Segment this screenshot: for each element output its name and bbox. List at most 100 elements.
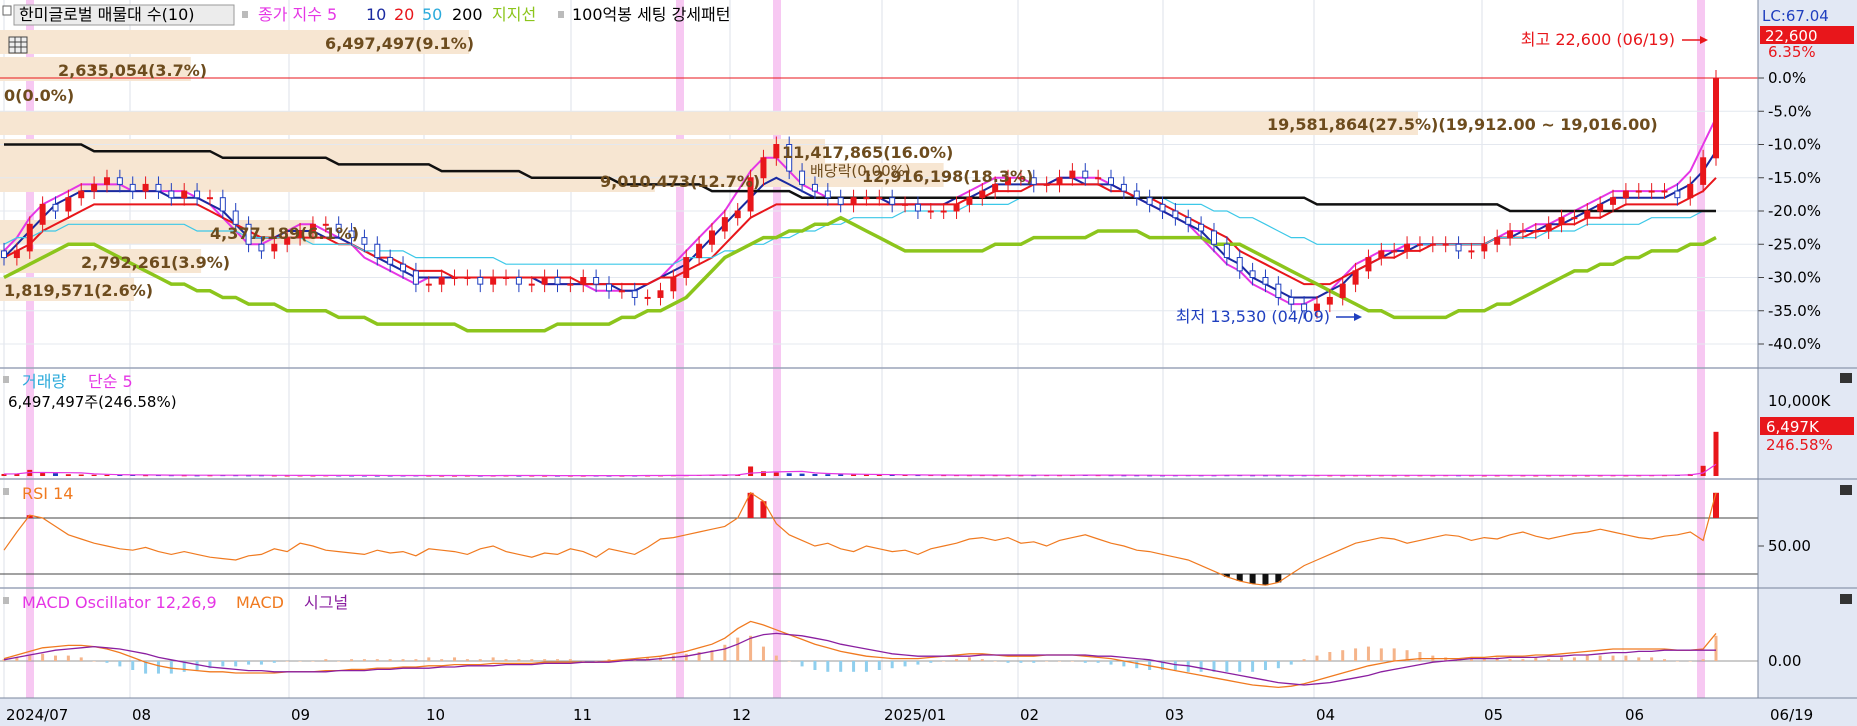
macd-histogram-bar (285, 661, 289, 662)
candle-body (400, 263, 407, 272)
macd-histogram-bar (324, 659, 328, 661)
volume-profile-label: 0(0.0%) (4, 86, 74, 105)
macd-histogram-bar (427, 657, 431, 661)
macd-histogram-bar (1675, 661, 1679, 662)
signal-title[interactable]: 시그널 (304, 593, 348, 612)
legend-ma5[interactable]: 종가 지수 5 (258, 5, 337, 24)
candle-body (1635, 190, 1642, 193)
legend-bullet-icon (558, 11, 564, 18)
candle-body (1661, 190, 1668, 193)
time-axis-label: 2025/01 (884, 706, 946, 724)
candle-body (1275, 283, 1282, 298)
volume-ma-title[interactable]: 단순 5 (88, 372, 133, 391)
macd-histogram-bar (350, 659, 354, 661)
macd-histogram-bar (942, 661, 946, 662)
candle-body (1056, 177, 1063, 185)
candle-body (194, 190, 201, 199)
macd-histogram-bar (401, 659, 405, 661)
macd-histogram-bar (1135, 661, 1139, 669)
time-axis-label: 02 (1020, 706, 1039, 724)
volume-title[interactable]: 거래량 (22, 372, 66, 391)
candle-body (1262, 277, 1269, 285)
candle-body (1172, 210, 1179, 219)
candle-body (734, 210, 741, 219)
candle-body (1532, 230, 1539, 233)
volume-bar (65, 474, 71, 476)
macd-histogram-bar (1560, 657, 1564, 661)
macd-histogram-bar (581, 661, 585, 662)
candle-body (696, 243, 703, 259)
volume-profile-label: 19,581,864(27.5%)(19,912.00 ~ 19,016.00) (1267, 115, 1658, 134)
macd-osc-title[interactable]: MACD Oscillator 12,26,9 (22, 593, 217, 612)
legend-bullet-icon (3, 597, 9, 604)
legend-toggle-icon[interactable] (2, 5, 12, 16)
grid-settings-icon[interactable] (8, 36, 28, 54)
volume-bar (1700, 465, 1706, 476)
price-tick-label: -10.0% (1768, 136, 1821, 154)
macd-histogram-bar (967, 657, 971, 661)
volume-bar (78, 474, 84, 476)
macd-histogram-bar (1058, 661, 1062, 662)
stock-chart[interactable]: 6,497,497(9.1%) 2,635,054(3.7%) 0(0.0%) 19,… (0, 0, 1857, 726)
macd-histogram-bar (1045, 661, 1049, 662)
legend-ma50[interactable]: 50 (422, 5, 442, 24)
candle-body (206, 197, 213, 200)
candle-body (1223, 243, 1230, 259)
volume-bar (812, 473, 818, 476)
macd-title[interactable]: MACD (236, 593, 284, 612)
candle-body (1507, 230, 1514, 239)
macd-histogram-bar (234, 661, 238, 667)
macd-histogram-bar (774, 655, 778, 661)
highlight-column (1697, 0, 1705, 698)
time-axis-label: 2024/07 (6, 706, 68, 724)
legend-ma20[interactable]: 20 (394, 5, 414, 24)
close-icon[interactable] (1840, 373, 1852, 383)
candle-body (1481, 243, 1488, 252)
rsi-title[interactable]: RSI 14 (22, 484, 73, 503)
candle-body (65, 197, 72, 212)
macd-histogram-bar (543, 659, 547, 661)
candle-body (1, 250, 7, 259)
candle-body (1108, 177, 1115, 185)
macd-histogram-bar (1225, 661, 1229, 672)
time-axis-label: 06 (1625, 706, 1644, 724)
high-annotation: 최고 22,600 (06/19) (1521, 30, 1675, 49)
macd-histogram-bar (1663, 659, 1667, 661)
macd-histogram-bar (1379, 648, 1383, 661)
legend-ma10[interactable]: 10 (366, 5, 386, 24)
legend-support[interactable]: 지지선 (492, 5, 536, 24)
candle-body (528, 283, 535, 286)
candle-body (914, 203, 921, 212)
macd-histogram-bar (864, 661, 868, 672)
macd-histogram-bar (684, 653, 688, 661)
macd-histogram-bar (1701, 659, 1705, 661)
macd-histogram-bar (41, 653, 45, 661)
macd-histogram-bar (1611, 655, 1615, 661)
candle-body (1571, 217, 1578, 220)
candle-body (889, 197, 896, 205)
price-tick-label: -35.0% (1768, 302, 1821, 320)
macd-histogram-bar (993, 661, 997, 662)
macd-histogram-bar (568, 659, 572, 661)
candle-body (1159, 203, 1166, 212)
rsi-overbought-fill (1713, 492, 1719, 518)
legend-pattern[interactable]: 100억봉 세팅 강세패턴 (572, 5, 730, 24)
candle-body (863, 197, 870, 200)
volume-profile-label: 11,417,865(16.0%) (782, 143, 953, 162)
macd-histogram-bar (28, 655, 32, 661)
close-icon[interactable] (1840, 594, 1852, 604)
macd-histogram-bar (1032, 661, 1036, 663)
macd-histogram-bar (414, 659, 418, 661)
macd-histogram-bar (1070, 661, 1074, 662)
legend-ma200[interactable]: 200 (452, 5, 483, 24)
close-icon[interactable] (1840, 485, 1852, 495)
legend-bullet-icon (3, 376, 9, 383)
stock-name-label[interactable]: 한미글로벌 매물대 수(10) (19, 5, 195, 24)
candle-body (580, 277, 587, 285)
volume-profile-label: 6,497,497(9.1%) (325, 34, 474, 53)
macd-histogram-bar (337, 661, 341, 662)
highlight-column (676, 0, 684, 698)
macd-histogram-bar (671, 655, 675, 661)
macd-histogram-bar (195, 661, 199, 670)
price-tick-label: -25.0% (1768, 235, 1821, 253)
